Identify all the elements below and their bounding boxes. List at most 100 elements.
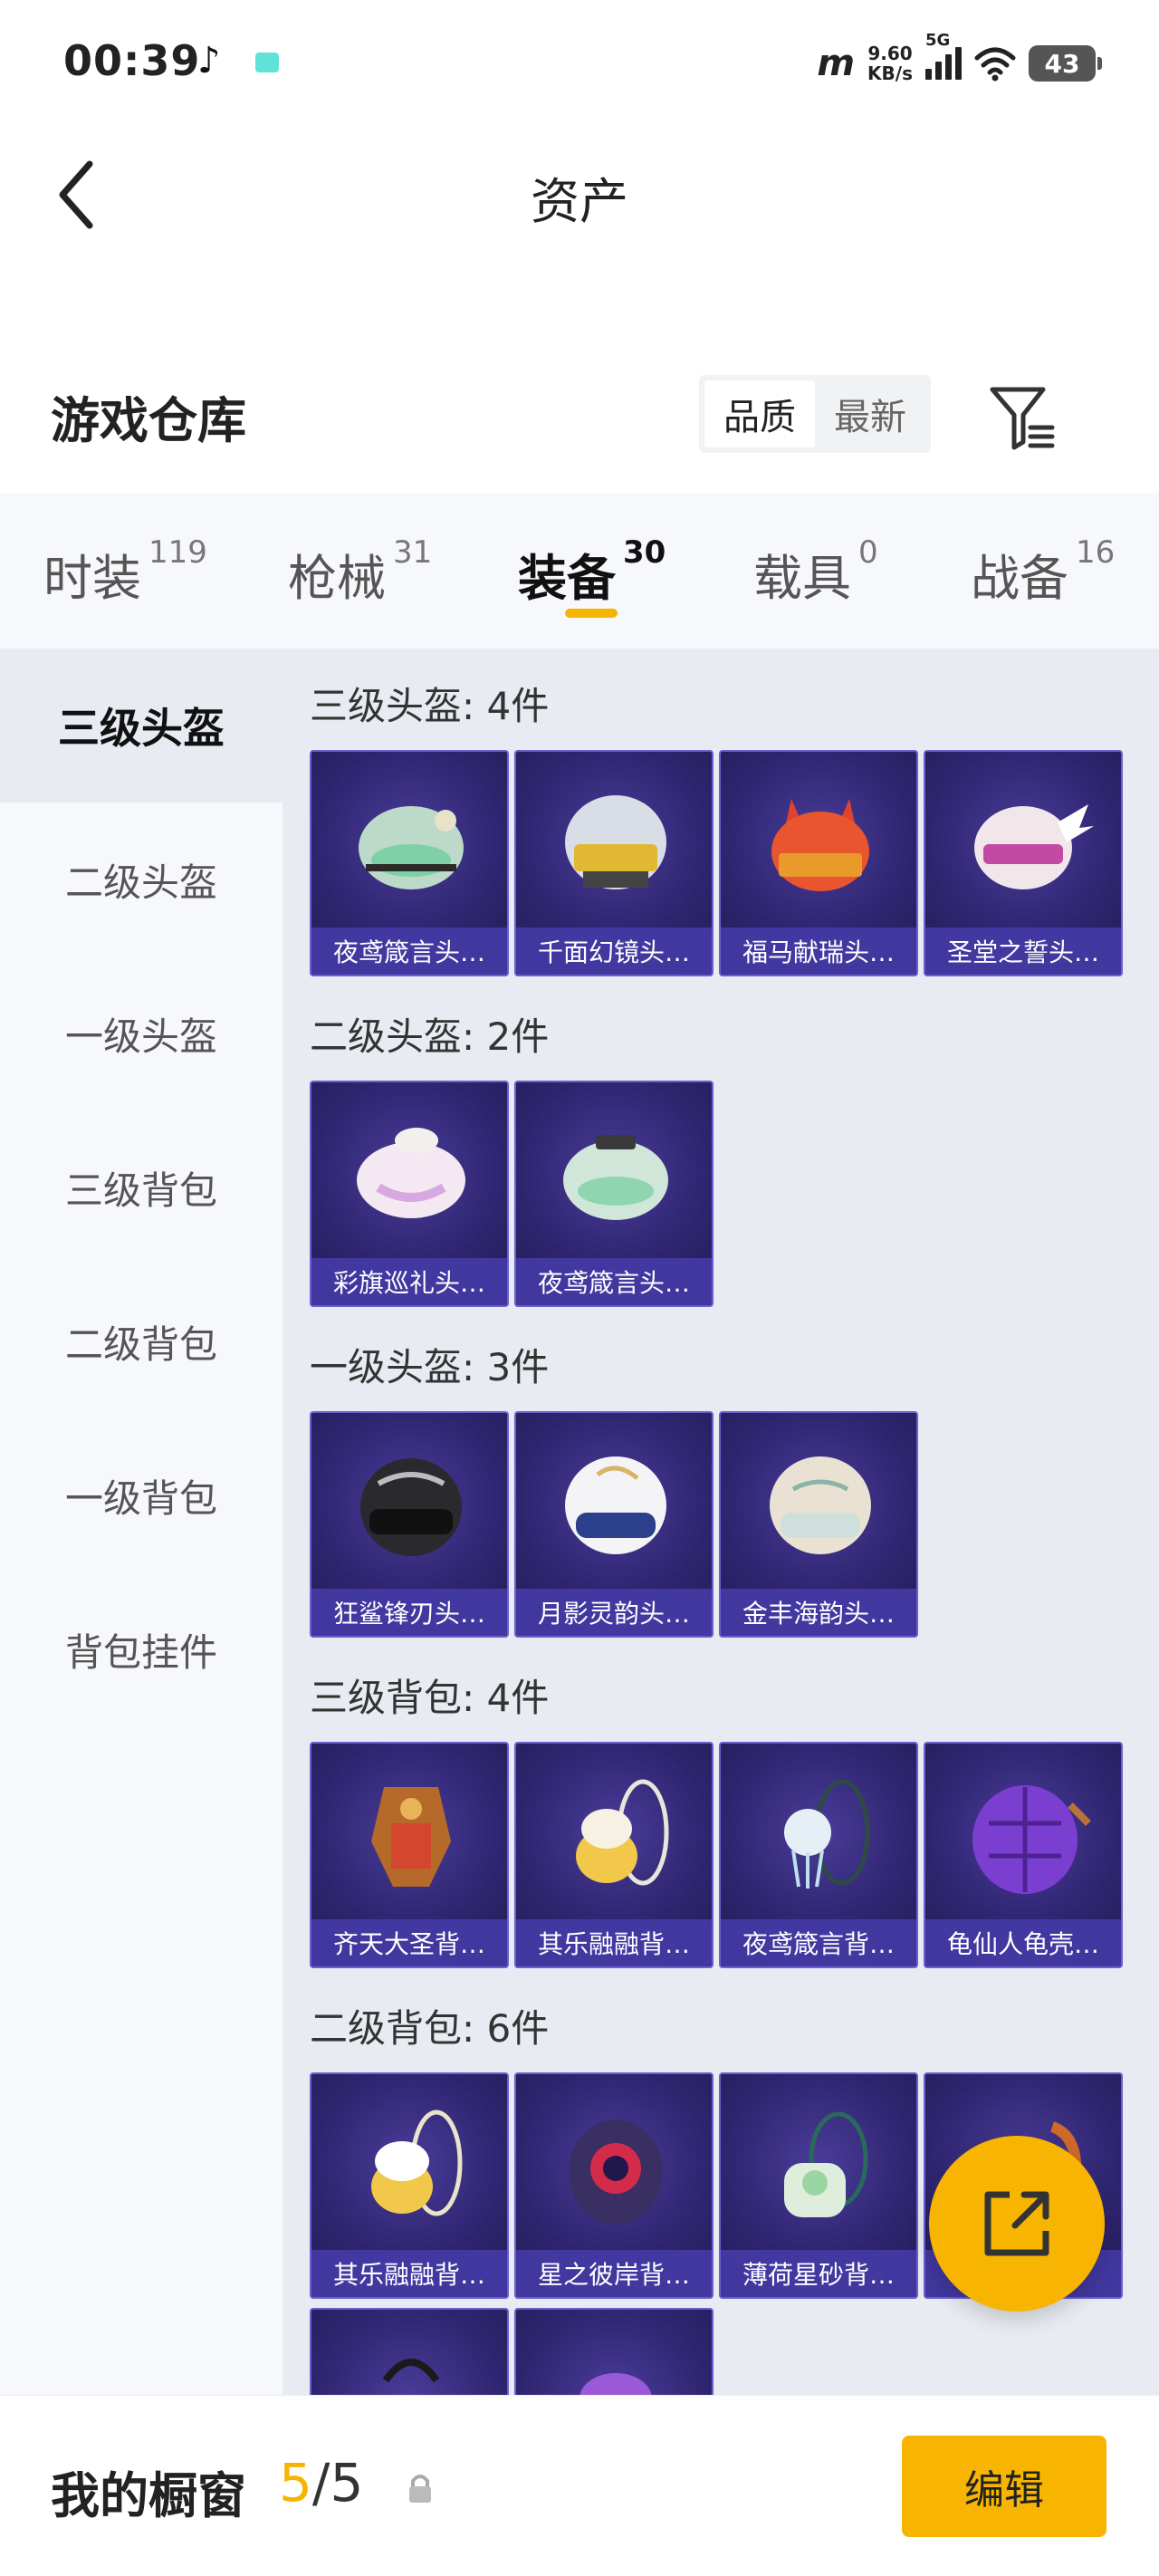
item-card[interactable]: 圣堂之誓头… [924,750,1123,976]
item-name: 星之彼岸背… [516,2250,712,2297]
helmet-icon [359,806,464,889]
showcase-bar: 我的橱窗 5/5 编辑 [0,2395,1159,2576]
item-card[interactable]: 薄荷星砂背… [719,2072,918,2299]
item-name: 千面幻镜头… [516,928,712,975]
showcase-total: /5 [311,2452,364,2514]
helmet-icon [357,1128,465,1218]
item-name: 狂鲨锋刃头… [311,1589,507,1636]
net-speed-value: 9.60 [867,43,913,64]
wifi-icon [974,47,1016,82]
sidebar-item-level3-helmet[interactable]: 三级头盔 [0,649,283,803]
sidebar-item-level3-backpack[interactable]: 三级背包 [0,1110,283,1264]
tab-count: 0 [858,534,878,571]
backpack-icon [784,1779,870,1889]
status-bar: 00:39 ♪ m 9.60 KB/s 5G 43 [0,0,1159,127]
item-card[interactable]: 齐天大圣背… [310,1742,509,1968]
item-name: 薄荷星砂背… [721,2250,916,2297]
section-title: 三级头盔: 4件 [310,684,550,728]
tab-label: 时装 [43,550,141,607]
filter-button[interactable] [987,380,1059,453]
tab-label: 载具 [753,550,851,607]
item-card[interactable]: 其乐融融背… [514,1742,714,1968]
tab-count: 30 [623,534,666,571]
lock-icon [409,2475,431,2503]
showcase-label: 我的橱窗 [51,2467,246,2524]
item-card[interactable]: 彩旗巡礼头… [310,1081,509,1307]
tab-count: 31 [393,534,433,571]
tab-vehicles[interactable]: 载具 0 [753,534,878,610]
helmet-icon [974,804,1094,889]
item-name: 夜鸢箴言头… [516,1258,712,1305]
item-name: 福马献瑞头… [721,928,916,975]
helmet-icon [771,799,869,891]
tiktok-icon: ♪ [197,40,221,82]
share-icon [984,2191,1049,2256]
header: 资产 [0,127,1159,263]
item-card[interactable]: 其乐融融背… [310,2072,509,2299]
active-tab-indicator [565,609,618,618]
page-title: 资产 [531,173,628,230]
tab-firearms[interactable]: 枪械 31 [288,534,432,610]
item-name: 月影灵韵头… [516,1589,712,1636]
item-card[interactable] [310,2308,509,2395]
item-card[interactable]: 星之彼岸背… [514,2072,714,2299]
helmet-icon [360,1458,462,1556]
filter-icon [990,387,1055,450]
edit-button[interactable]: 编辑 [902,2436,1106,2537]
sort-option-quality[interactable]: 品质 [704,380,815,447]
sidebar-item-level2-helmet[interactable]: 二级头盔 [0,803,283,956]
item-card[interactable]: 夜鸢箴言背… [719,1742,918,1968]
sidebar-item-level2-backpack[interactable]: 二级背包 [0,1264,283,1418]
item-name: 其乐融融背… [516,1919,712,1966]
item-name: 其乐融融背… [311,2250,507,2297]
item-card[interactable] [514,2308,714,2395]
item-card[interactable]: 金丰海韵头… [719,1411,918,1638]
status-time: 00:39 [63,36,201,85]
backpack-icon [576,1779,669,1886]
tab-label: 装备 [518,550,616,607]
section-title: 一级头盔: 3件 [310,1345,550,1389]
tab-fashion[interactable]: 时装 119 [43,534,207,610]
category-tabs: 时装 119 枪械 31 装备 30 载具 0 战备 16 [0,493,1159,649]
carrier-icon: m [817,43,856,84]
section-title: 二级背包: 6件 [310,2006,550,2051]
item-card[interactable]: 夜鸢箴言头… [310,750,509,976]
backpack-icon [784,2111,868,2217]
section-title: 二级头盔: 2件 [310,1014,550,1059]
backpack-icon [382,2359,440,2383]
item-card[interactable]: 千面幻镜头… [514,750,714,976]
section-title: 三级背包: 4件 [310,1676,550,1720]
helmet-icon [563,1135,668,1220]
item-name: 夜鸢箴言头… [311,928,507,975]
status-indicators: m 9.60 KB/s 5G 43 [817,31,1102,89]
backpack-icon [371,1787,451,1887]
net-speed-unit: KB/s [867,62,913,84]
item-card[interactable]: 福马献瑞头… [719,750,918,976]
sort-option-latest[interactable]: 最新 [815,380,925,447]
sidebar-item-backpack-charm[interactable]: 背包挂件 [0,1572,283,1726]
tab-supplies[interactable]: 战备 16 [971,534,1115,610]
item-grid: 三级头盔: 4件 夜鸢箴言头… 千面幻镜头… 福马献瑞头… 圣堂之誓头… 二级头… [283,649,1159,2395]
sidebar: 三级头盔 二级头盔 一级头盔 三级背包 二级背包 一级背包 背包挂件 [0,649,283,2395]
backpack-icon [569,2119,663,2225]
net-speed: 9.60 KB/s [867,43,913,83]
item-name: 彩旗巡礼头… [311,1258,507,1305]
item-name: 金丰海韵头… [721,1589,916,1636]
tab-equipment[interactable]: 装备 30 [518,534,666,610]
helmet-icon [565,1456,666,1554]
showcase-current: 5 [279,2452,312,2514]
share-button[interactable] [929,2136,1105,2312]
tab-count: 16 [1076,534,1116,571]
item-name: 齐天大圣背… [311,1919,507,1966]
sidebar-item-level1-backpack[interactable]: 一级背包 [0,1418,283,1572]
signal-label: 5G [925,31,951,50]
item-card[interactable]: 狂鲨锋刃头… [310,1411,509,1638]
item-card[interactable]: 月影灵韵头… [514,1411,714,1638]
sidebar-item-level1-helmet[interactable]: 一级头盔 [0,956,283,1110]
backpack-icon [580,2373,652,2395]
helmet-icon [565,795,666,889]
item-card[interactable]: 夜鸢箴言头… [514,1081,714,1307]
item-card[interactable]: 龟仙人龟壳… [924,1742,1123,1968]
battery-icon: 43 [1029,45,1102,82]
showcase-count: 5/5 [279,2452,363,2514]
